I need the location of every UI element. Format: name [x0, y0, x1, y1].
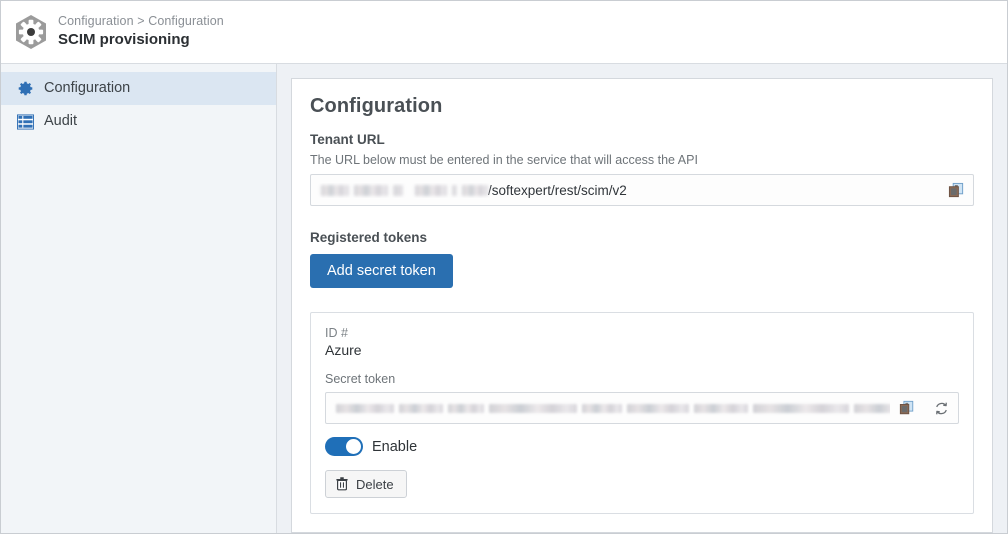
enable-toggle[interactable] [325, 437, 363, 456]
page-title: SCIM provisioning [58, 31, 190, 49]
hexagon-gear-icon [12, 13, 50, 51]
secret-token-masked [336, 401, 890, 416]
main-content: Configuration Tenant URL The URL below m… [277, 64, 1007, 533]
secret-token-field[interactable] [325, 392, 959, 424]
token-card: ID # Azure Secret token Enable Delete [310, 312, 974, 514]
add-secret-token-button[interactable]: Add secret token [310, 254, 453, 288]
copy-icon[interactable] [939, 175, 973, 205]
token-id-value: Azure [325, 342, 362, 358]
enable-toggle-row: Enable [325, 437, 959, 456]
tenant-url-masked-host [321, 183, 488, 198]
delete-button-label: Delete [356, 476, 394, 492]
token-id-label: ID # [325, 326, 348, 340]
tenant-url-label: Tenant URL [310, 132, 385, 147]
breadcrumb: Configuration > Configuration [58, 13, 224, 28]
body-split: Configuration Audit Configuration Tenant… [1, 64, 1007, 533]
sidebar-item-label: Audit [44, 113, 78, 130]
toggle-knob [346, 439, 361, 454]
registered-tokens-label: Registered tokens [310, 230, 428, 245]
sidebar: Configuration Audit [1, 64, 277, 533]
tenant-url-suffix: /softexpert/rest/scim/v2 [488, 182, 627, 198]
section-title: Configuration [310, 95, 443, 117]
sidebar-item-audit[interactable]: Audit [1, 105, 276, 138]
sidebar-item-configuration[interactable]: Configuration [1, 72, 276, 105]
table-grid-icon [15, 112, 35, 132]
tenant-url-hint: The URL below must be entered in the ser… [310, 153, 698, 167]
app-header: Configuration > Configuration SCIM provi… [1, 1, 1007, 64]
refresh-icon[interactable] [924, 393, 958, 423]
delete-button[interactable]: Delete [325, 470, 407, 498]
enable-toggle-label: Enable [372, 438, 418, 455]
secret-token-value[interactable] [326, 401, 890, 416]
app-window: Configuration > Configuration SCIM provi… [0, 0, 1008, 534]
gear-icon [15, 79, 35, 99]
sidebar-item-label: Configuration [44, 80, 131, 97]
configuration-panel: Configuration Tenant URL The URL below m… [291, 78, 993, 533]
tenant-url-value[interactable]: /softexpert/rest/scim/v2 [311, 183, 939, 198]
header-titles: Configuration > Configuration SCIM provi… [58, 14, 224, 50]
trash-icon [336, 477, 348, 491]
secret-token-label: Secret token [325, 372, 396, 386]
copy-icon[interactable] [890, 393, 924, 423]
tenant-url-field[interactable]: /softexpert/rest/scim/v2 [310, 174, 974, 206]
